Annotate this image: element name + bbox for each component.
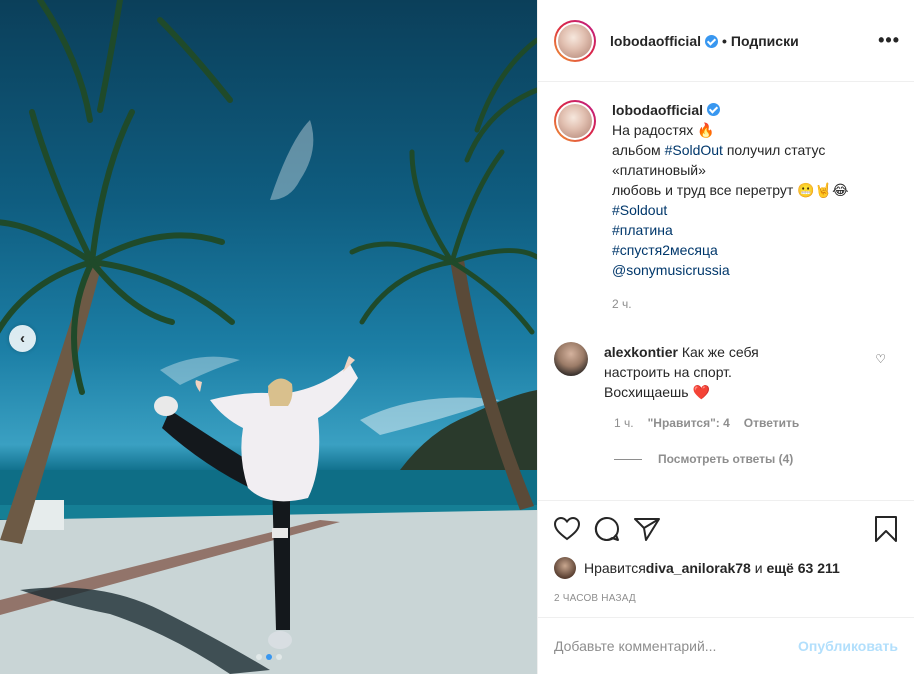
more-options-icon[interactable]: •••: [878, 30, 900, 51]
chevron-left-icon: ‹: [20, 330, 25, 347]
caption-line: альбом #SoldOut получил статус: [612, 142, 826, 158]
carousel-prev-button[interactable]: ‹: [9, 325, 36, 352]
caption-line: На радостях 🔥: [612, 122, 715, 138]
caption-avatar[interactable]: [554, 100, 596, 142]
following-button[interactable]: Подписки: [731, 33, 799, 49]
comment-like-heart-icon[interactable]: ♡: [875, 352, 886, 366]
caption-line: «платиновый»: [612, 162, 706, 178]
publish-button[interactable]: Опубликовать: [798, 638, 898, 654]
comment-time[interactable]: 1 ч.: [614, 416, 634, 430]
liker-avatar[interactable]: [554, 557, 576, 579]
add-comment-bar: Опубликовать: [538, 617, 914, 674]
bookmark-save-icon[interactable]: [874, 515, 898, 543]
hashtag-link[interactable]: #платина: [612, 220, 848, 240]
post-details-panel: lobodaofficial • Подписки ••• lobodaoffi…: [537, 0, 914, 674]
post-photo[interactable]: ‹: [0, 0, 537, 674]
beach-scene-illustration: [0, 0, 537, 674]
comments-section: lobodaofficial На радостях 🔥 альбом #Sol…: [538, 82, 914, 499]
carousel-dots: [0, 654, 537, 660]
carousel-dot: [275, 654, 282, 660]
reply-button[interactable]: Ответить: [744, 416, 799, 430]
hashtag-link[interactable]: #SoldOut: [665, 142, 723, 158]
post-date[interactable]: 2 ЧАСОВ НАЗАД: [554, 593, 898, 604]
share-paper-plane-icon[interactable]: [634, 517, 660, 541]
carousel-dot-active: [265, 654, 272, 660]
likes-count-button[interactable]: ещё 63 211: [766, 560, 839, 576]
view-replies-label: Посмотреть ответы (4): [658, 452, 794, 466]
verified-badge-icon: [705, 35, 718, 48]
caption-text: lobodaofficial На радостях 🔥 альбом #Sol…: [612, 100, 848, 314]
commenter-avatar[interactable]: [554, 342, 588, 376]
hashtag-link[interactable]: #спустя2месяца: [612, 240, 848, 260]
replies-divider: [614, 458, 642, 460]
author-username[interactable]: lobodaofficial: [610, 33, 701, 49]
comment-text: alexkontier Как же себя настроить на спо…: [604, 342, 804, 402]
liker-username[interactable]: diva_anilorak78: [646, 560, 751, 576]
post-actions: Нравится diva_anilorak78 и ещё 63 211 2 …: [538, 500, 914, 604]
commenter-username[interactable]: alexkontier: [604, 344, 678, 360]
carousel-dot: [255, 654, 262, 660]
separator-dot: •: [722, 32, 727, 49]
caption-time[interactable]: 2 ч.: [612, 294, 848, 314]
caption-username[interactable]: lobodaofficial: [612, 102, 703, 118]
like-heart-icon[interactable]: [554, 517, 580, 541]
comment-likes-count[interactable]: "Нравится": 4: [648, 416, 730, 430]
author-avatar[interactable]: [554, 19, 596, 62]
comment-input[interactable]: [554, 638, 799, 654]
comment-meta: 1 ч. "Нравится": 4 Ответить: [614, 416, 898, 430]
mention-link[interactable]: @sonymusicrussia: [612, 260, 848, 280]
likes-summary: Нравится diva_anilorak78 и ещё 63 211: [554, 557, 898, 579]
hashtag-link[interactable]: #Soldout: [612, 200, 848, 220]
post-header: lobodaofficial • Подписки •••: [538, 0, 914, 82]
view-replies-button[interactable]: Посмотреть ответы (4): [614, 452, 898, 466]
action-icons: [554, 513, 898, 545]
comment-bubble-icon[interactable]: [594, 516, 620, 542]
caption-line: любовь и труд все перетрут 😬🤘😂: [612, 182, 849, 198]
verified-badge-icon: [707, 103, 720, 116]
comment-item: alexkontier Как же себя настроить на спо…: [554, 342, 898, 402]
caption: lobodaofficial На радостях 🔥 альбом #Sol…: [554, 100, 898, 314]
